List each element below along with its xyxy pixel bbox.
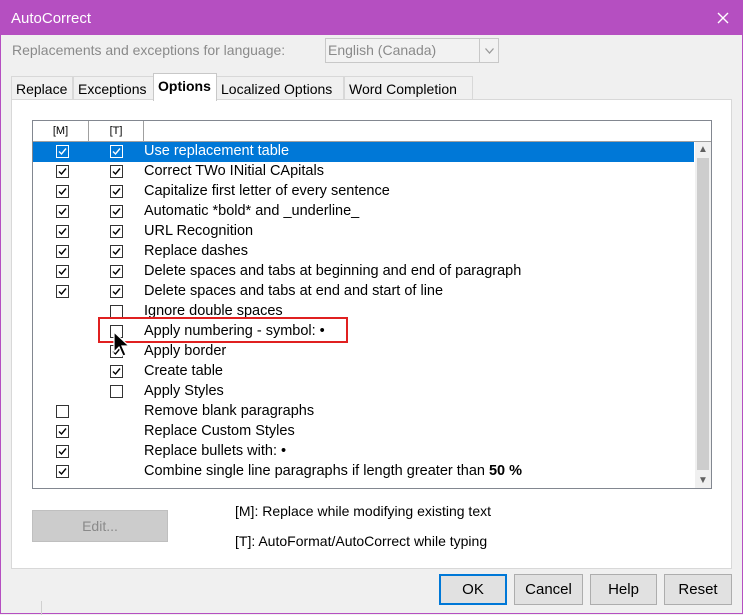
title-bar: AutoCorrect	[1, 1, 742, 35]
checkbox-m[interactable]	[56, 425, 69, 438]
option-row[interactable]: Replace Custom Styles	[33, 422, 694, 442]
checkbox-m[interactable]	[56, 145, 69, 158]
option-row[interactable]: Remove blank paragraphs	[33, 402, 694, 422]
tab-options[interactable]: Options	[153, 73, 217, 101]
window-title: AutoCorrect	[11, 10, 92, 27]
checkbox-t[interactable]	[110, 185, 123, 198]
option-row[interactable]: Replace bullets with: •	[33, 442, 694, 462]
checkbox-m[interactable]	[56, 285, 69, 298]
scroll-up-icon[interactable]: ▲	[695, 142, 711, 157]
language-label: Replacements and exceptions for language…	[12, 42, 286, 58]
divider	[41, 601, 42, 615]
checkbox-t[interactable]	[110, 245, 123, 258]
option-row[interactable]: Apply Styles	[33, 382, 694, 402]
checkbox-t[interactable]	[110, 285, 123, 298]
vertical-scrollbar[interactable]: ▲ ▼	[695, 142, 711, 488]
option-label: Replace Custom Styles	[144, 423, 295, 439]
option-label: Correct TWo INitial CApitals	[144, 163, 324, 179]
option-row[interactable]: Correct TWo INitial CApitals	[33, 162, 694, 182]
chevron-down-icon[interactable]	[479, 39, 498, 62]
option-row[interactable]: Use replacement table	[33, 142, 694, 162]
option-row[interactable]: Ignore double spaces	[33, 302, 694, 322]
option-label: Create table	[144, 363, 223, 379]
checkbox-t[interactable]	[110, 385, 123, 398]
option-value: 50 %	[488, 463, 523, 479]
tab-word-completion[interactable]: Word Completion	[344, 76, 473, 100]
tab-replace[interactable]: Replace	[11, 76, 73, 100]
checkbox-m[interactable]	[56, 405, 69, 418]
checkbox-m[interactable]	[56, 165, 69, 178]
checkbox-m[interactable]	[56, 185, 69, 198]
checkbox-t[interactable]	[110, 205, 123, 218]
option-row[interactable]: Combine single line paragraphs if length…	[33, 462, 694, 482]
legend-m: [M]: Replace while modifying existing te…	[235, 503, 491, 519]
close-icon[interactable]	[710, 5, 736, 31]
column-header-option[interactable]	[144, 121, 711, 141]
checkbox-t[interactable]	[110, 365, 123, 378]
option-label: Combine single line paragraphs if length…	[144, 463, 485, 479]
language-value: English (Canada)	[328, 42, 437, 58]
option-row[interactable]: Replace dashes	[33, 242, 694, 262]
option-label-group: Combine single line paragraphs if length…	[144, 463, 522, 479]
language-row: Replacements and exceptions for language…	[12, 38, 732, 64]
option-label: Delete spaces and tabs at beginning and …	[144, 263, 522, 279]
scrollbar-thumb[interactable]	[697, 158, 709, 470]
checkbox-m[interactable]	[56, 225, 69, 238]
tab-localized-options[interactable]: Localized Options	[216, 76, 344, 100]
column-header-m[interactable]: [M]	[33, 121, 89, 141]
scroll-down-icon[interactable]: ▼	[695, 473, 711, 488]
option-label: Apply Styles	[144, 383, 224, 399]
language-select[interactable]: English (Canada)	[325, 38, 499, 63]
option-row[interactable]: Delete spaces and tabs at beginning and …	[33, 262, 694, 282]
option-row[interactable]: Capitalize first letter of every sentenc…	[33, 182, 694, 202]
autocorrect-dialog: AutoCorrect Replacements and exceptions …	[0, 0, 743, 615]
reset-button[interactable]: Reset	[664, 574, 732, 605]
checkbox-t[interactable]	[110, 265, 123, 278]
checkbox-m[interactable]	[56, 205, 69, 218]
checkbox-m[interactable]	[56, 445, 69, 458]
checkbox-t[interactable]	[110, 165, 123, 178]
option-row[interactable]: URL Recognition	[33, 222, 694, 242]
option-label: Replace dashes	[144, 243, 248, 259]
mouse-pointer-icon	[113, 331, 131, 357]
options-list: [M] [T] Use replacement table Correct TWo…	[32, 120, 712, 489]
option-label: URL Recognition	[144, 223, 254, 239]
help-button[interactable]: Help	[590, 574, 657, 605]
checkbox-t[interactable]	[110, 305, 123, 318]
option-label: Use replacement table	[144, 143, 290, 159]
tab-exceptions[interactable]: Exceptions	[73, 76, 154, 100]
option-row[interactable]: Create table	[33, 362, 694, 382]
option-label: Replace bullets with: •	[144, 443, 287, 459]
option-label: Apply numbering - symbol: •	[144, 323, 325, 339]
option-label: Ignore double spaces	[144, 303, 283, 319]
option-label: Apply border	[144, 343, 227, 359]
checkbox-t[interactable]	[110, 225, 123, 238]
ok-button[interactable]: OK	[439, 574, 507, 605]
cancel-button[interactable]: Cancel	[514, 574, 583, 605]
checkbox-m[interactable]	[56, 465, 69, 478]
checkbox-t[interactable]	[110, 145, 123, 158]
checkbox-m[interactable]	[56, 265, 69, 278]
option-row[interactable]: Automatic *bold* and _underline_	[33, 202, 694, 222]
legend-t: [T]: AutoFormat/AutoCorrect while typing	[235, 533, 488, 549]
column-header-t[interactable]: [T]	[89, 121, 144, 141]
option-row[interactable]: Delete spaces and tabs at end and start …	[33, 282, 694, 302]
checkbox-m[interactable]	[56, 245, 69, 258]
option-label: Remove blank paragraphs	[144, 403, 315, 419]
list-header: [M] [T]	[33, 121, 711, 142]
edit-button[interactable]: Edit...	[32, 510, 168, 542]
option-label: Delete spaces and tabs at end and start …	[144, 283, 444, 299]
option-label: Capitalize first letter of every sentenc…	[144, 183, 390, 199]
option-label: Automatic *bold* and _underline_	[144, 203, 360, 219]
